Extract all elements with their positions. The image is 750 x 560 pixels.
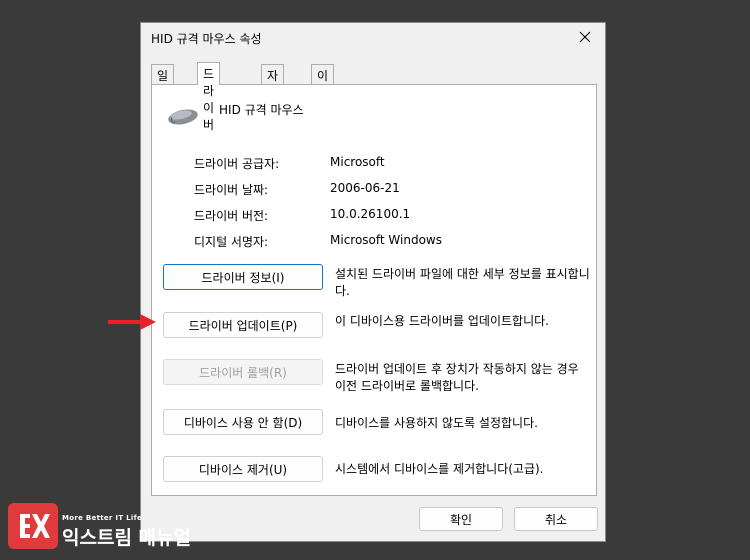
cancel-button[interactable]: 취소 — [514, 507, 598, 531]
driver-version-label: 드라이버 버전: — [194, 209, 269, 223]
window-title: HID 규격 마우스 속성 — [151, 32, 262, 46]
driver-details-button[interactable]: 드라이버 정보(I) — [163, 264, 323, 290]
driver-details-description: 설치된 드라이버 파일에 대한 세부 정보를 표시합니다. — [335, 267, 590, 298]
tab-general[interactable]: 일반 — [151, 64, 175, 100]
digital-signer-value: Microsoft Windows — [330, 233, 442, 247]
brand-name: 익스트림 매뉴얼 — [62, 527, 191, 549]
driver-version-value: 10.0.26100.1 — [330, 207, 411, 221]
tab-details[interactable]: 자세히 — [261, 64, 285, 117]
uninstall-device-description: 시스템에서 디바이스를 제거합니다(고급). — [335, 462, 544, 476]
uninstall-device-button[interactable]: 디바이스 제거(U) — [163, 456, 323, 482]
disable-device-button[interactable]: 디바이스 사용 안 함(D) — [163, 409, 323, 435]
mouse-icon — [168, 109, 198, 125]
close-button[interactable] — [565, 23, 605, 51]
brand-mark-icon — [20, 514, 50, 538]
rollback-driver-button: 드라이버 롤백(R) — [163, 359, 323, 385]
digital-signer-label: 디지털 서명자: — [194, 235, 269, 249]
properties-dialog: HID 규격 마우스 속성 일반 드라이버 자세히 이벤트 HID 규격 마우스… — [140, 22, 606, 542]
driver-provider-label: 드라이버 공급자: — [194, 157, 280, 171]
driver-date-value: 2006-06-21 — [330, 181, 400, 195]
driver-date-label: 드라이버 날짜: — [194, 183, 269, 197]
close-icon — [579, 31, 591, 43]
disable-device-description: 디바이스를 사용하지 않도록 설정합니다. — [335, 416, 538, 430]
brand-logo — [8, 503, 58, 549]
tab-events[interactable]: 이벤트 — [311, 64, 335, 117]
rollback-driver-description: 드라이버 업데이트 후 장치가 작동하지 않는 경우 이전 드라이버로 롤백합니… — [335, 362, 579, 393]
driver-provider-value: Microsoft — [330, 155, 385, 169]
brand-tagline: More Better IT Life — [62, 514, 142, 522]
tab-driver[interactable]: 드라이버 — [197, 62, 221, 132]
pointer-arrow-icon — [108, 314, 156, 330]
ok-button[interactable]: 확인 — [419, 507, 503, 531]
device-name: HID 규격 마우스 — [219, 103, 304, 117]
driver-panel: HID 규격 마우스 드라이버 공급자: Microsoft 드라이버 날짜: … — [151, 84, 597, 496]
update-driver-description: 이 디바이스용 드라이버를 업데이트합니다. — [335, 314, 549, 328]
update-driver-button[interactable]: 드라이버 업데이트(P) — [163, 312, 323, 338]
